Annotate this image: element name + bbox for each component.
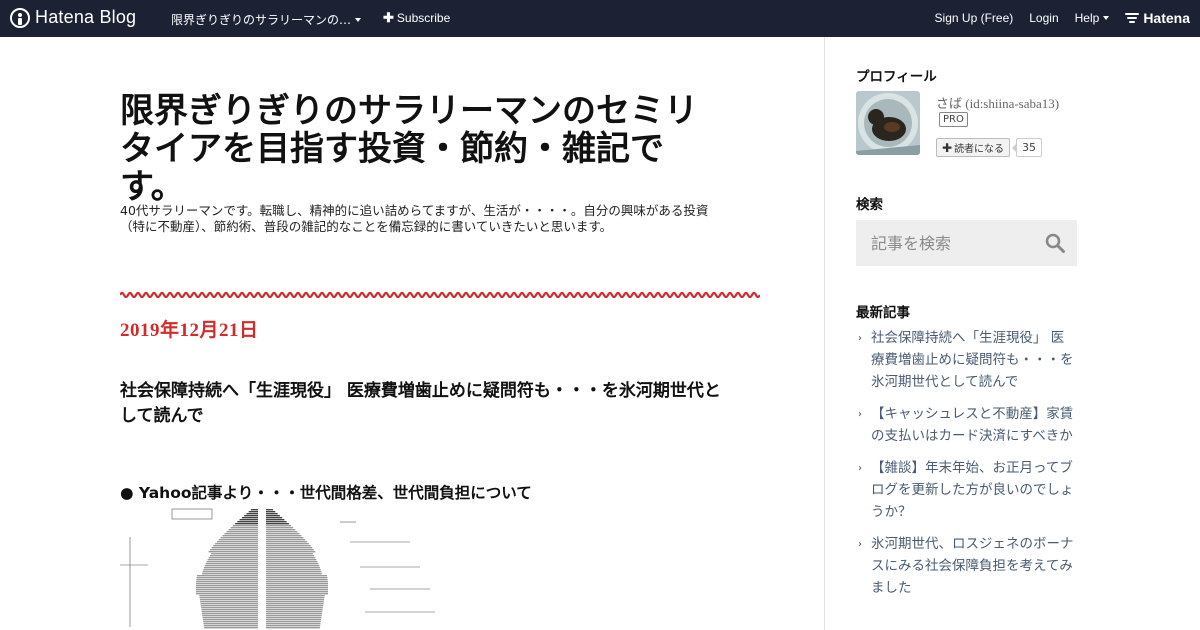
reader-count[interactable]: 35 bbox=[1012, 138, 1042, 157]
hatena-logo[interactable]: Hatena bbox=[1125, 10, 1190, 26]
search-heading: 検索 bbox=[856, 197, 883, 213]
avatar[interactable] bbox=[856, 91, 920, 155]
blog-switcher-label: 限界ぎりぎりのサラリーマンの… bbox=[171, 13, 352, 27]
recent-entry-item[interactable]: › 【雑談】年末年始、お正月ってブログを更新した方が良いのでしょうか？ bbox=[856, 457, 1077, 523]
recent-entries-list: › 社会保障持続へ「生涯現役」 医療費増歯止めに疑問符も・・・を氷河期世代として読… bbox=[856, 327, 1077, 609]
recent-entry-link[interactable]: 氷河期世代、ロスジェネのボーナスにみる社会保障負担を考えてみました bbox=[871, 536, 1074, 596]
entry-title[interactable]: 社会保障持続へ「生涯現役」 医療費増歯止めに疑問符も・・・を氷河期世代として読ん… bbox=[120, 379, 735, 429]
hatena-blog-icon bbox=[10, 7, 30, 28]
population-pyramid-image bbox=[120, 508, 435, 630]
subscribe-reader-button[interactable]: ✚ 読者になる bbox=[936, 138, 1011, 157]
wavy-divider bbox=[120, 291, 760, 299]
help-menu[interactable]: Help bbox=[1075, 11, 1110, 25]
search-input[interactable] bbox=[856, 220, 1036, 266]
chevron-right-icon: › bbox=[858, 539, 862, 550]
login-link[interactable]: Login bbox=[1029, 11, 1058, 25]
recent-entry-item[interactable]: › 【キャッシュレスと不動産】家賃の支払いはカード決済にすべきか bbox=[856, 403, 1077, 447]
section-heading: ● Yahoo記事より・・・世代間格差、世代間負担について bbox=[120, 484, 532, 502]
chevron-right-icon: › bbox=[858, 333, 862, 344]
header-nav: Sign Up (Free) Login Help Hatena bbox=[919, 10, 1190, 26]
sidebar-divider bbox=[824, 37, 825, 630]
recent-entry-link[interactable]: 社会保障持続へ「生涯現役」 医療費増歯止めに疑問符も・・・を氷河期世代として読ん… bbox=[871, 330, 1074, 390]
post-date[interactable]: 2019年12月21日 bbox=[120, 315, 259, 342]
profile-heading: プロフィール bbox=[856, 69, 937, 85]
blog-description: 40代サラリーマンです。転職し、精神的に追い詰めらてますが、生活が・・・・。自分… bbox=[120, 203, 709, 234]
search-icon[interactable] bbox=[1045, 233, 1065, 253]
chevron-right-icon: › bbox=[858, 409, 862, 420]
chevron-right-icon: › bbox=[858, 463, 862, 474]
recent-entries-heading: 最新記事 bbox=[856, 305, 910, 321]
hatena-logo-text: Hatena bbox=[1143, 10, 1190, 26]
help-label: Help bbox=[1074, 11, 1100, 25]
entry-title-link[interactable]: 社会保障持続へ「生涯現役」 医療費増歯止めに疑問符も・・・を氷河期世代として読ん… bbox=[120, 381, 721, 426]
search-form bbox=[856, 220, 1077, 266]
recent-entry-link[interactable]: 【キャッシュレスと不動産】家賃の支払いはカード決済にすべきか bbox=[871, 406, 1073, 444]
subscribe-button[interactable]: ✚ Subscribe bbox=[383, 10, 450, 26]
plus-icon: ✚ bbox=[942, 140, 953, 155]
plus-icon: ✚ bbox=[383, 10, 394, 25]
blog-switcher[interactable]: 限界ぎりぎりのサラリーマンの… bbox=[171, 11, 362, 28]
signup-link[interactable]: Sign Up (Free) bbox=[935, 11, 1014, 25]
chevron-down-icon bbox=[355, 17, 362, 22]
hatena-mark-icon bbox=[1125, 13, 1140, 23]
blog-title[interactable]: 限界ぎりぎりのサラリーマンのセミリタイアを目指す投資・節約・雑記です。 bbox=[120, 92, 720, 206]
chevron-down-icon bbox=[1103, 16, 1110, 20]
subscribe-label: Subscribe bbox=[396, 11, 451, 25]
reader-button-label: 読者になる bbox=[954, 144, 1005, 155]
pro-badge: PRO bbox=[939, 112, 968, 127]
hatena-blog-logo[interactable]: Hatena Blog bbox=[10, 7, 136, 28]
brand-text: Hatena Blog bbox=[35, 7, 137, 27]
recent-entry-item[interactable]: › 氷河期世代、ロスジェネのボーナスにみる社会保障負担を考えてみました bbox=[856, 533, 1077, 599]
pyramid-center-axis bbox=[258, 509, 266, 630]
profile-name-link[interactable]: さば (id:shiina-saba13) bbox=[936, 93, 1059, 112]
recent-entry-item[interactable]: › 社会保障持続へ「生涯現役」 医療費増歯止めに疑問符も・・・を氷河期世代として読… bbox=[856, 327, 1077, 393]
recent-entry-link[interactable]: 【雑談】年末年始、お正月ってブログを更新した方が良いのでしょうか？ bbox=[871, 460, 1074, 520]
global-header: Hatena Blog 限界ぎりぎりのサラリーマンの… ✚ Subscribe … bbox=[0, 0, 1200, 37]
